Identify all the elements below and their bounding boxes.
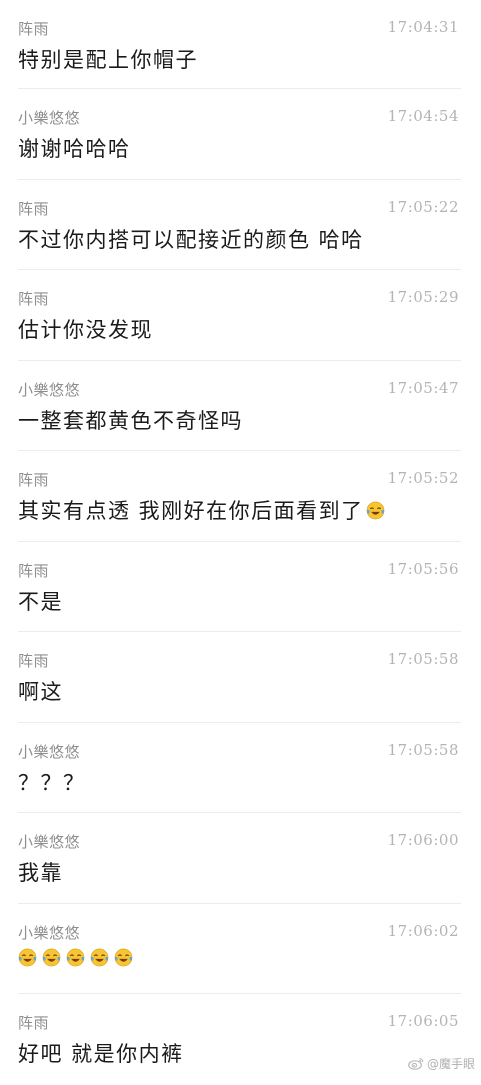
message-text-content: 不是 (18, 589, 63, 614)
message-text-content: 一整套都黄色不奇怪吗 (18, 408, 243, 433)
message-time: 17:05:22 (387, 197, 459, 216)
message-text-content: 好吧 就是你内裤 (18, 1042, 184, 1066)
laugh-cry-emoji (42, 948, 61, 966)
message-text-content: ？？？ (18, 770, 86, 795)
chat-message: 阵雨 17:04:31 特别是配上你帽子 (0, 0, 481, 89)
chat-message: 小樂悠悠 17:06:02 (0, 904, 481, 994)
chat-message: 阵雨 17:05:22 不过你内搭可以配接近的颜色 哈哈 (0, 180, 481, 270)
message-text-content: 谢谢哈哈哈 (18, 137, 131, 161)
message-time: 17:05:47 (387, 378, 459, 397)
message-time: 17:06:02 (387, 921, 459, 940)
laugh-cry-emoji (366, 501, 385, 519)
message-sender: 小樂悠悠 (18, 923, 81, 942)
chat-message: 阵雨 17:05:56 不是 (0, 542, 481, 632)
message-text-content: 啊这 (18, 680, 63, 704)
message-time: 17:04:31 (387, 18, 459, 36)
laugh-cry-emoji (66, 948, 85, 966)
message-sender: 小樂悠悠 (18, 833, 81, 851)
message-text: 不过你内搭可以配接近的颜色 哈哈 (18, 224, 364, 254)
message-text: 我靠 (18, 857, 63, 887)
chat-message: 阵雨 17:05:52 其实有点透 我刚好在你后面看到了 (0, 451, 481, 542)
message-time: 17:06:05 (387, 1012, 459, 1030)
message-text: 其实有点透 我刚好在你后面看到了 (18, 495, 385, 525)
laugh-cry-emoji (114, 948, 133, 966)
message-text-content: 不过你内搭可以配接近的颜色 哈哈 (18, 227, 364, 252)
chat-message: 小樂悠悠 17:04:54 谢谢哈哈哈 (0, 89, 481, 180)
chat-message: 阵雨 17:05:29 估计你没发现 (0, 270, 481, 361)
message-sender: 阵雨 (18, 290, 50, 308)
message-text: 谢谢哈哈哈 (18, 133, 131, 163)
message-sender: 阵雨 (18, 471, 50, 489)
chat-message: 小樂悠悠 17:05:47 一整套都黄色不奇怪吗 (0, 361, 481, 451)
watermark: @魔手眼 (408, 1055, 475, 1072)
chat-message: 小樂悠悠 17:05:58 ？？？ (0, 723, 481, 813)
message-sender: 小樂悠悠 (18, 380, 81, 399)
message-text: 估计你没发现 (18, 314, 153, 344)
message-time: 17:05:58 (387, 650, 459, 668)
laugh-cry-emoji (18, 948, 37, 966)
message-time: 17:06:00 (387, 831, 459, 849)
message-text: 啊这 (18, 676, 63, 706)
message-sender: 阵雨 (18, 652, 50, 670)
message-sender: 阵雨 (18, 20, 50, 38)
message-sender: 阵雨 (18, 561, 50, 580)
message-sender: 小樂悠悠 (18, 742, 81, 761)
message-text-content: 我靠 (18, 861, 63, 885)
message-sender: 小樂悠悠 (18, 109, 81, 127)
laugh-cry-emoji (90, 948, 109, 966)
message-text-content: 特别是配上你帽子 (18, 48, 198, 72)
message-time: 17:05:52 (387, 469, 459, 487)
message-sender: 阵雨 (18, 199, 50, 218)
message-text: ？？？ (18, 767, 86, 797)
message-sender: 阵雨 (18, 1014, 50, 1032)
message-text-content: 估计你没发现 (18, 318, 153, 342)
message-text: 好吧 就是你内裤 (18, 1038, 184, 1068)
message-time: 17:05:58 (387, 740, 459, 759)
message-text: 一整套都黄色不奇怪吗 (18, 405, 243, 435)
chat-message: 阵雨 17:05:58 啊这 (0, 632, 481, 723)
message-time: 17:04:54 (387, 107, 459, 125)
chat-message: 小樂悠悠 17:06:00 我靠 (0, 813, 481, 904)
watermark-text: @魔手眼 (426, 1057, 475, 1071)
weibo-icon (408, 1057, 424, 1070)
message-text: 不是 (18, 586, 63, 616)
message-time: 17:05:29 (387, 288, 459, 306)
message-text (18, 948, 133, 967)
message-time: 17:05:56 (387, 559, 459, 578)
message-text: 特别是配上你帽子 (18, 44, 198, 74)
message-text-content: 其实有点透 我刚好在你后面看到了 (18, 499, 364, 523)
chat-history: 阵雨 17:04:31 特别是配上你帽子 小樂悠悠 17:04:54 谢谢哈哈哈 阵雨 17:… (0, 0, 481, 1085)
